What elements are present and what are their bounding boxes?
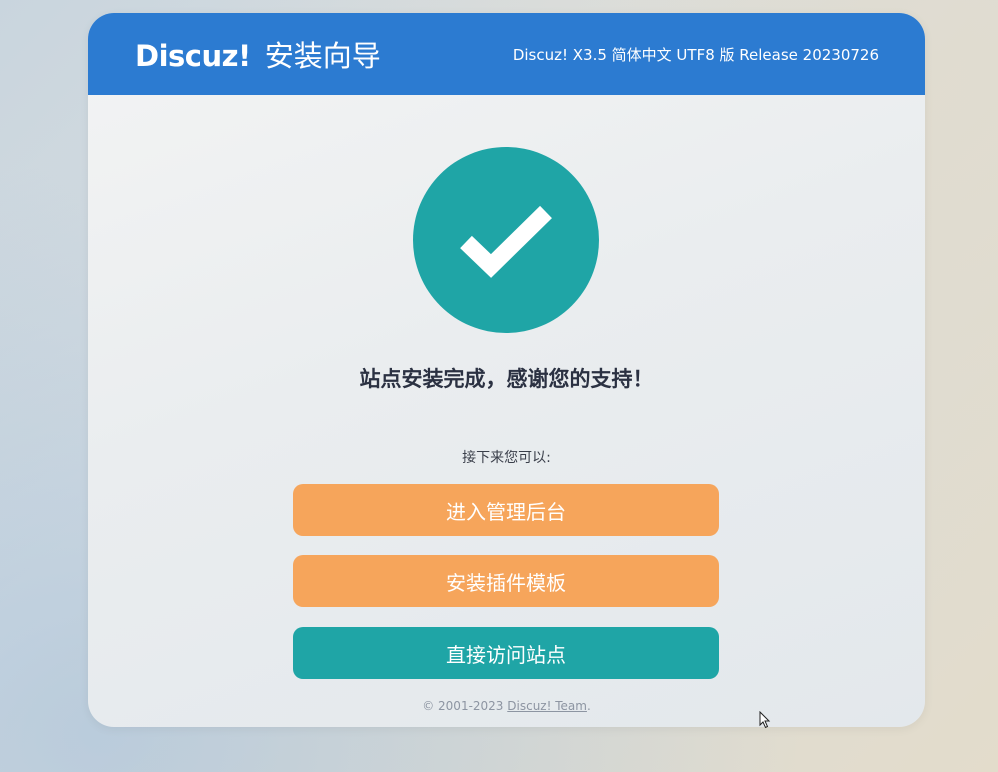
version-info: Discuz! X3.5 简体中文 UTF8 版 Release 2023072… bbox=[512, 45, 879, 64]
install-wizard-card: Discuz! 安装向导 Discuz! X3.5 简体中文 UTF8 版 Re… bbox=[88, 13, 925, 727]
wizard-title: 安装向导 bbox=[264, 39, 381, 73]
visit-site-button[interactable]: 直接访问站点 bbox=[293, 627, 719, 679]
wizard-content: 站点安装完成，感谢您的支持！ 接下来您可以: 进入管理后台 安装插件模板 直接访… bbox=[88, 95, 925, 727]
install-plugins-templates-button[interactable]: 安装插件模板 bbox=[293, 555, 719, 607]
success-badge bbox=[413, 147, 599, 333]
footer-suffix: . bbox=[586, 699, 591, 713]
enter-admin-button[interactable]: 进入管理后台 bbox=[293, 484, 719, 536]
mouse-cursor-icon bbox=[759, 711, 771, 729]
footer: © 2001-2023 Discuz! Team. bbox=[88, 699, 925, 713]
wizard-logo: Discuz! 安装向导 bbox=[135, 33, 381, 75]
brand-name: Discuz! bbox=[135, 39, 251, 73]
next-steps-label: 接下来您可以: bbox=[462, 450, 551, 466]
copyright-text: © 2001-2023 bbox=[422, 699, 508, 713]
discuz-team-link[interactable]: Discuz! Team bbox=[507, 699, 587, 713]
wizard-header: Discuz! 安装向导 Discuz! X3.5 简体中文 UTF8 版 Re… bbox=[88, 13, 925, 95]
checkmark-icon bbox=[460, 205, 552, 278]
success-message: 站点安装完成，感谢您的支持！ bbox=[359, 367, 654, 391]
